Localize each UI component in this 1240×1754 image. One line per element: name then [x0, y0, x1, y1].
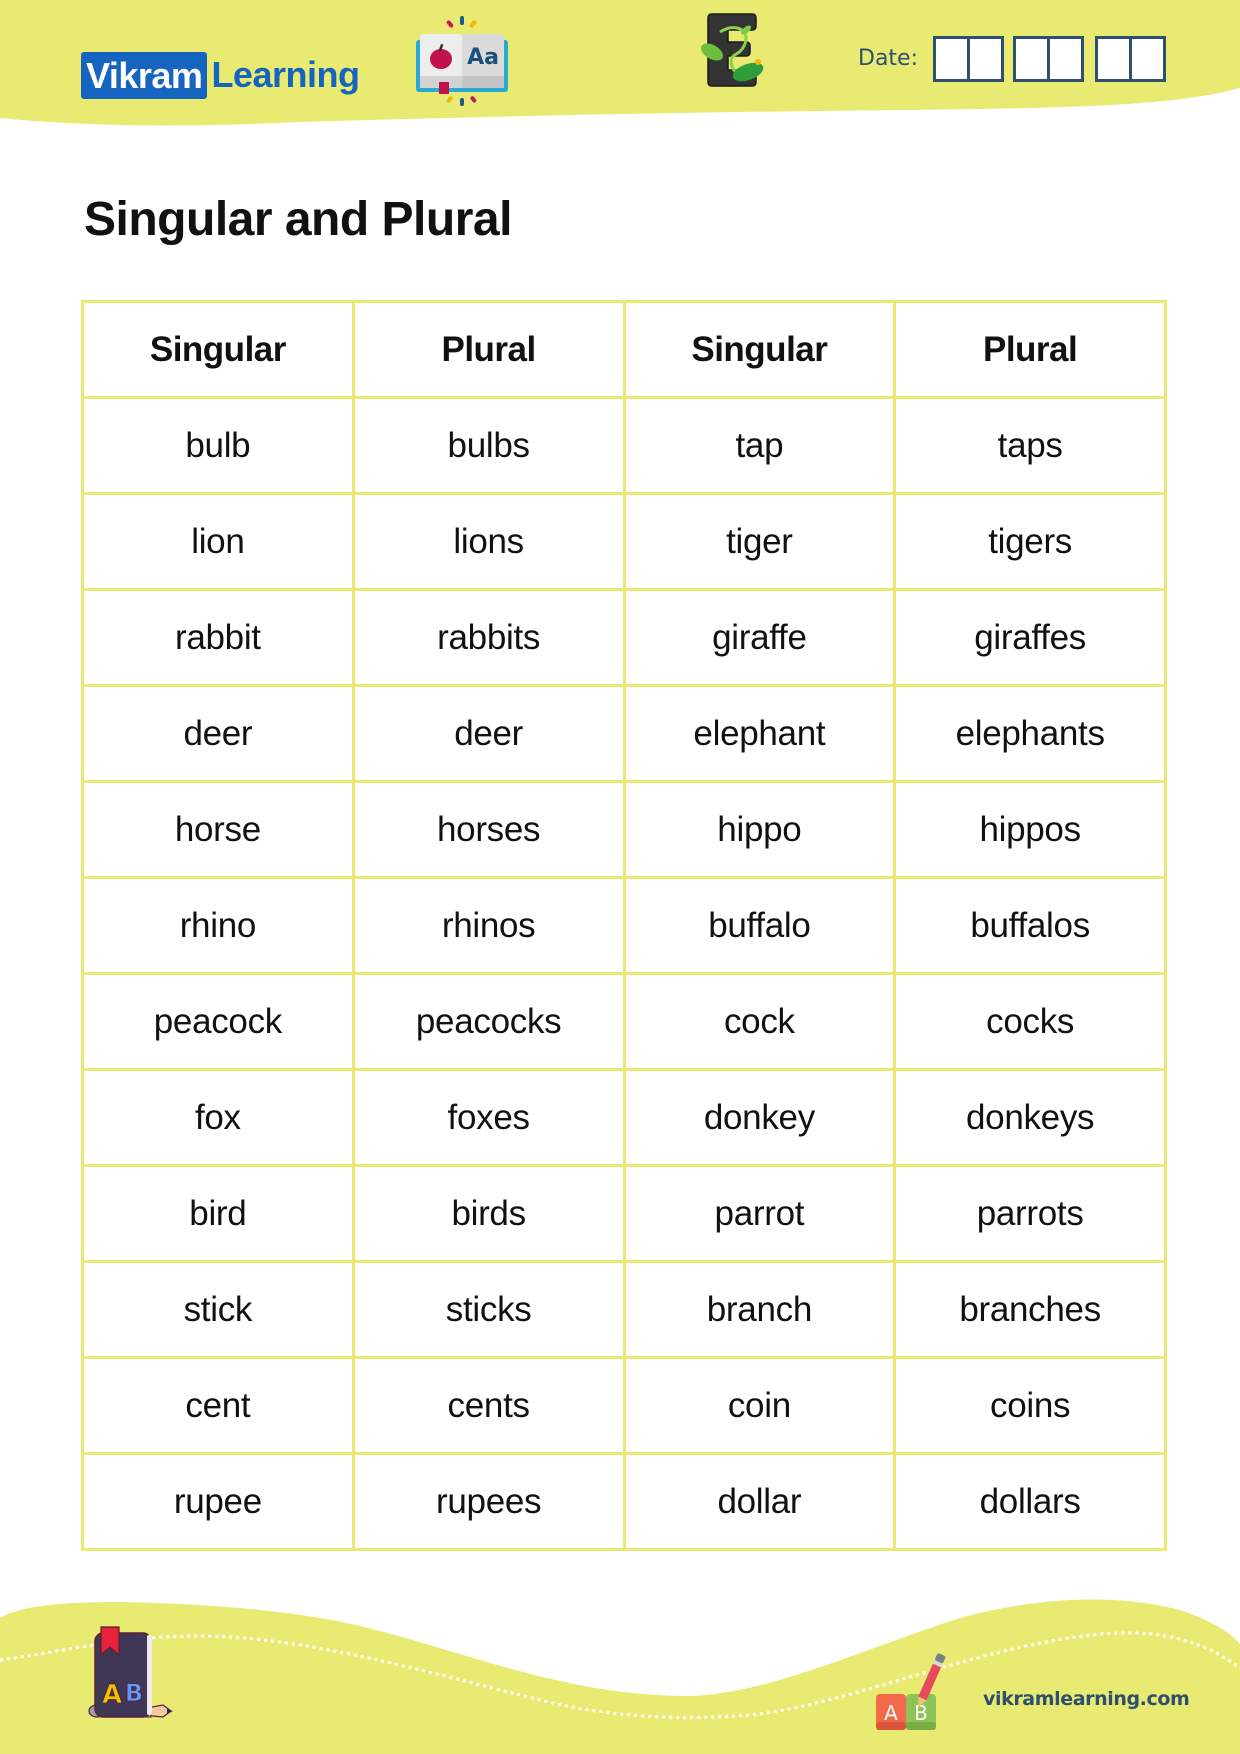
cell-plural-2: coins: [893, 1356, 1167, 1455]
footer-wave-background: [0, 1599, 1240, 1754]
cell-plural-2: branches: [893, 1260, 1167, 1359]
cell-plural-2: dollars: [893, 1452, 1167, 1551]
cell-singular-2: tiger: [622, 492, 897, 591]
cell-plural-2: tigers: [893, 492, 1167, 591]
cell-plural-1: birds: [351, 1164, 626, 1263]
cell-singular-1: deer: [81, 684, 355, 783]
cell-singular-1: lion: [81, 492, 355, 591]
cell-singular-1: horse: [81, 780, 355, 879]
singular-plural-table: Singular Plural Singular Plural bulb bulb…: [81, 300, 1167, 1551]
cell-plural-1: bulbs: [351, 396, 626, 495]
date-month-digit-1[interactable]: [1016, 39, 1047, 79]
table-row: peacock peacocks cock cocks: [81, 972, 1167, 1071]
table-row: cent cents coin coins: [81, 1356, 1167, 1455]
table-row: bird birds parrot parrots: [81, 1164, 1167, 1263]
cell-singular-2: parrot: [622, 1164, 897, 1263]
date-label: Date:: [858, 46, 918, 71]
svg-text:Aa: Aa: [467, 45, 499, 70]
cell-plural-1: rhinos: [351, 876, 626, 975]
cell-plural-2: parrots: [893, 1164, 1167, 1263]
cell-plural-1: peacocks: [351, 972, 626, 1071]
date-day-group[interactable]: [933, 36, 1004, 82]
cell-singular-1: rhino: [81, 876, 355, 975]
cell-singular-1: fox: [81, 1068, 355, 1167]
ab-book-icon: A B: [88, 1626, 173, 1718]
sparkle-top: [446, 16, 477, 28]
table-row: horse horses hippo hippos: [81, 780, 1167, 879]
table-body: bulb bulbs tap taps lion lions tiger tigers rabb…: [81, 396, 1167, 1551]
cell-singular-1: stick: [81, 1260, 355, 1359]
cell-singular-2: donkey: [622, 1068, 897, 1167]
cell-plural-1: cents: [351, 1356, 626, 1455]
cell-plural-2: cocks: [893, 972, 1167, 1071]
logo-brand-box: Vikram: [81, 51, 208, 99]
table-row: rhino rhinos buffalo buffalos: [81, 876, 1167, 975]
letter-e-leaf-icon: [701, 13, 764, 87]
cell-plural-1: lions: [351, 492, 626, 591]
logo-brand-text: Learning: [211, 54, 360, 95]
cell-plural-1: rupees: [351, 1452, 626, 1551]
cell-singular-2: cock: [622, 972, 897, 1071]
cell-plural-1: rabbits: [351, 588, 626, 687]
page-title: Singular and Plural: [84, 193, 512, 246]
table-header-row: Singular Plural Singular Plural: [81, 300, 1167, 399]
letter-a: A: [102, 1680, 122, 1710]
table-row: rabbit rabbits giraffe giraffes: [81, 588, 1167, 687]
cell-singular-1: cent: [81, 1356, 355, 1455]
cell-singular-2: dollar: [622, 1452, 897, 1551]
block-letter-a: A: [884, 1701, 898, 1725]
date-year-group[interactable]: [1095, 36, 1166, 82]
sparkle-bottom: [446, 96, 477, 106]
table-row: fox foxes donkey donkeys: [81, 1068, 1167, 1167]
header-singular-2: Singular: [622, 300, 897, 399]
table-row: stick sticks branch branches: [81, 1260, 1167, 1359]
cell-plural-2: elephants: [893, 684, 1167, 783]
cell-singular-1: rupee: [81, 1452, 355, 1551]
cell-singular-1: rabbit: [81, 588, 355, 687]
ab-blocks-pencil-icon: A B: [876, 1653, 946, 1730]
open-book-icon: Aa: [416, 16, 508, 106]
cell-singular-2: elephant: [622, 684, 897, 783]
table-row: lion lions tiger tigers: [81, 492, 1167, 591]
cell-singular-1: bulb: [81, 396, 355, 495]
cell-plural-2: taps: [893, 396, 1167, 495]
letter-b: B: [125, 1679, 143, 1707]
cell-singular-2: tap: [622, 396, 897, 495]
cell-plural-2: buffalos: [893, 876, 1167, 975]
cell-plural-2: giraffes: [893, 588, 1167, 687]
cell-singular-2: branch: [622, 1260, 897, 1359]
date-year-digit-1[interactable]: [1098, 39, 1129, 79]
header-plural-2: Plural: [893, 300, 1167, 399]
cell-plural-1: horses: [351, 780, 626, 879]
cell-singular-1: bird: [81, 1164, 355, 1263]
cell-plural-1: sticks: [351, 1260, 626, 1359]
date-month-group[interactable]: [1013, 36, 1084, 82]
cell-plural-1: deer: [351, 684, 626, 783]
cell-plural-2: donkeys: [893, 1068, 1167, 1167]
table-row: deer deer elephant elephants: [81, 684, 1167, 783]
date-year-digit-2[interactable]: [1129, 39, 1163, 79]
cell-singular-2: hippo: [622, 780, 897, 879]
cell-plural-1: foxes: [351, 1068, 626, 1167]
date-day-digit-1[interactable]: [936, 39, 967, 79]
date-month-digit-2[interactable]: [1047, 39, 1081, 79]
footer-website-link[interactable]: vikramlearning.com: [983, 1688, 1190, 1710]
header-plural-1: Plural: [351, 300, 626, 399]
vikram-learning-logo[interactable]: Vikram Learning: [81, 51, 360, 99]
cell-singular-1: peacock: [81, 972, 355, 1071]
date-day-digit-2[interactable]: [967, 39, 1001, 79]
table-row: bulb bulbs tap taps: [81, 396, 1167, 495]
header-singular-1: Singular: [81, 300, 355, 399]
cell-singular-2: buffalo: [622, 876, 897, 975]
table-row: rupee rupees dollar dollars: [81, 1452, 1167, 1551]
cell-singular-2: giraffe: [622, 588, 897, 687]
cell-singular-2: coin: [622, 1356, 897, 1455]
cell-plural-2: hippos: [893, 780, 1167, 879]
